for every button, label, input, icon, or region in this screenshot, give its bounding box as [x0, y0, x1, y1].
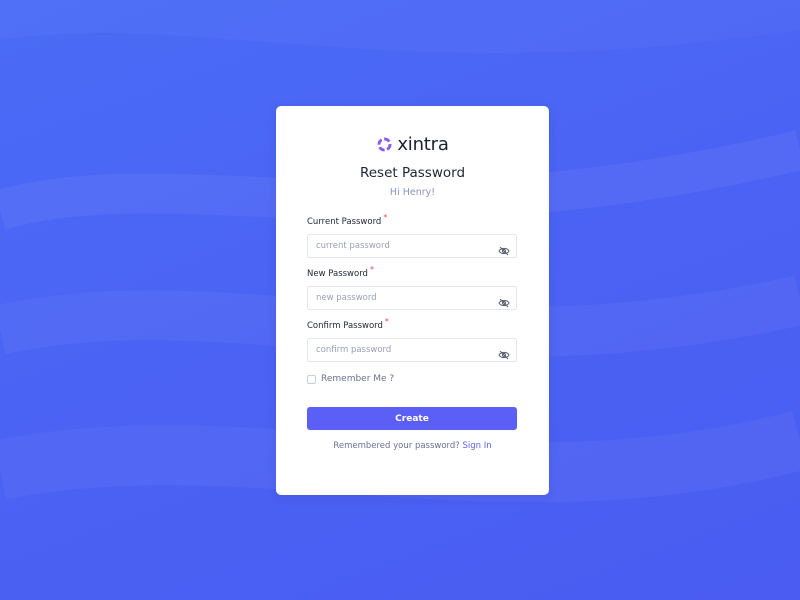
current-password-field	[307, 234, 517, 258]
required-mark: *	[383, 213, 388, 222]
brand: xintra	[276, 134, 549, 155]
current-password-label-text: Current Password	[307, 217, 382, 227]
remember-me-label[interactable]: Remember Me ?	[321, 374, 394, 384]
page-title: Reset Password	[359, 165, 466, 181]
new-password-field	[307, 286, 517, 310]
required-mark: *	[369, 265, 374, 274]
new-password-input[interactable]	[308, 287, 494, 309]
eye-slash-icon[interactable]	[498, 241, 510, 256]
current-password-label: Current Password *	[307, 213, 387, 227]
new-password-label-text: New Password	[307, 269, 368, 279]
sign-in-link[interactable]: Sign In	[463, 441, 492, 451]
create-button[interactable]: Create	[307, 407, 517, 430]
eye-slash-icon[interactable]	[498, 345, 510, 360]
current-password-input[interactable]	[308, 235, 494, 257]
confirm-password-label: Confirm Password *	[307, 317, 389, 331]
confirm-password-field	[307, 338, 517, 362]
confirm-password-label-text: Confirm Password	[307, 321, 383, 331]
greeting-text: Hi Henry!	[389, 187, 436, 198]
sign-in-prompt: Remembered your password? Sign In	[276, 441, 549, 451]
eye-slash-icon[interactable]	[498, 293, 510, 308]
logo-icon	[376, 136, 393, 153]
remember-me: Remember Me ?	[307, 374, 394, 384]
brand-name: xintra	[397, 134, 449, 155]
confirm-password-input[interactable]	[308, 339, 494, 361]
required-mark: *	[384, 317, 389, 326]
new-password-label: New Password *	[307, 265, 374, 279]
reset-password-card: xintra Reset Password Hi Henry! Current …	[276, 106, 549, 495]
sign-in-prompt-text: Remembered your password?	[333, 441, 460, 451]
remember-me-checkbox[interactable]	[307, 374, 316, 384]
